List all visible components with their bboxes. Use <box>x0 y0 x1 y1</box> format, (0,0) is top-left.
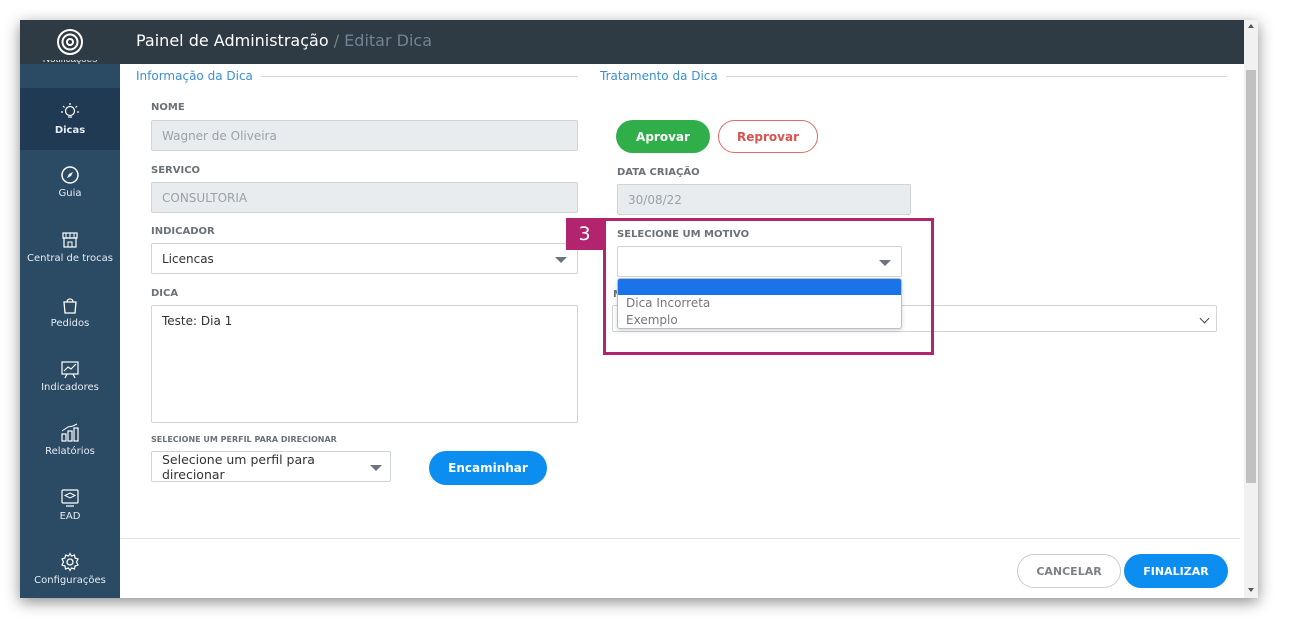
nome-field: Wagner de Oliveira <box>151 120 578 151</box>
lightbulb-icon <box>61 103 79 118</box>
treatment-section-title: Tratamento da Dica <box>600 69 726 83</box>
sidebar-item-guia[interactable]: Guia <box>20 151 120 213</box>
info-section-title: Informação da Dica <box>136 69 261 83</box>
step-highlight-box <box>603 218 934 355</box>
shopping-bag-icon <box>63 298 77 314</box>
servico-value: CONSULTORIA <box>162 190 248 205</box>
graduation-screen-icon <box>61 489 79 507</box>
sidebar-item-label: Dicas <box>54 125 86 136</box>
caret-down-icon <box>555 257 567 263</box>
store-icon <box>62 232 78 248</box>
perfil-label: SELECIONE UM PERFIL PARA DIRECIONAR <box>151 435 337 444</box>
data-criacao-label: DATA CRIAÇÃO <box>617 167 700 178</box>
vertical-scrollbar[interactable] <box>1244 20 1258 598</box>
dica-value: Teste: Dia 1 <box>162 314 233 328</box>
page-title: Painel de Administração / Editar Dica <box>136 31 432 50</box>
breadcrumb-root[interactable]: Painel de Administração <box>136 31 329 50</box>
indicador-select[interactable]: Licencas <box>151 243 578 274</box>
dica-label: DICA <box>151 288 179 299</box>
breadcrumb-current: / Editar Dica <box>333 31 432 50</box>
sidebar-item-label: Indicadores <box>41 382 99 393</box>
chevron-down-icon <box>1199 313 1210 324</box>
top-bar: Painel de Administração / Editar Dica <box>120 20 1244 64</box>
cancelar-button[interactable]: CANCELAR <box>1017 554 1121 588</box>
chart-board-icon <box>61 361 79 379</box>
sidebar-item-central-de-trocas[interactable]: Central de trocas <box>20 216 120 278</box>
scroll-down-icon[interactable] <box>1248 588 1254 592</box>
sidebar-item-relatorios[interactable]: Relatórios <box>20 409 120 471</box>
logo-icon <box>57 29 83 55</box>
aprovar-button[interactable]: Aprovar <box>616 120 710 153</box>
scroll-up-icon[interactable] <box>1248 24 1254 28</box>
indicador-value: Licencas <box>162 251 214 266</box>
nome-value: Wagner de Oliveira <box>162 128 277 143</box>
scrollbar-thumb[interactable] <box>1246 70 1256 483</box>
dica-textarea[interactable]: Teste: Dia 1 <box>151 305 578 423</box>
indicador-label: INDICADOR <box>151 226 215 237</box>
nome-label: NOME <box>151 102 185 113</box>
perfil-value: Selecione um perfil para direcionar <box>162 451 315 482</box>
sidebar-item-pedidos[interactable]: Pedidos <box>20 281 120 343</box>
step-badge: 3 <box>566 218 603 250</box>
encaminhar-button[interactable]: Encaminhar <box>429 451 547 485</box>
sidebar-item-label: Relatórios <box>45 446 95 457</box>
data-criacao-field: 30/08/22 <box>617 184 911 215</box>
finalizar-button[interactable]: FINALIZAR <box>1124 554 1228 588</box>
sidebar-item-label: Pedidos <box>50 318 90 329</box>
app-logo[interactable] <box>20 20 120 64</box>
compass-icon <box>61 166 79 184</box>
sidebar-item-label: EAD <box>59 511 81 522</box>
sidebar-item-notificacoes-label[interactable]: Notificações <box>20 60 120 66</box>
sidebar: Notificações Dicas Guia <box>20 20 120 598</box>
sidebar-item-label: Configurações <box>34 575 106 586</box>
sidebar-item-label: Central de trocas <box>26 253 114 264</box>
sidebar-item-dicas[interactable]: Dicas <box>20 88 120 150</box>
data-criacao-value: 30/08/22 <box>628 192 682 207</box>
caret-down-icon <box>370 465 382 471</box>
servico-field: CONSULTORIA <box>151 182 578 213</box>
sidebar-item-ead[interactable]: EAD <box>20 474 120 536</box>
reprovar-button[interactable]: Reprovar <box>718 120 818 153</box>
servico-label: SERVICO <box>151 165 201 176</box>
sidebar-item-indicadores[interactable]: Indicadores <box>20 345 120 407</box>
bar-report-icon <box>61 423 79 442</box>
app-window: Notificações Dicas Guia <box>20 20 1258 598</box>
perfil-select[interactable]: Selecione um perfil para direcionar <box>151 451 391 482</box>
sidebar-item-label: Guia <box>58 188 82 199</box>
footer-divider <box>120 538 1240 539</box>
gear-icon <box>61 552 79 572</box>
sidebar-item-configuracoes[interactable]: Configurações <box>20 538 120 598</box>
